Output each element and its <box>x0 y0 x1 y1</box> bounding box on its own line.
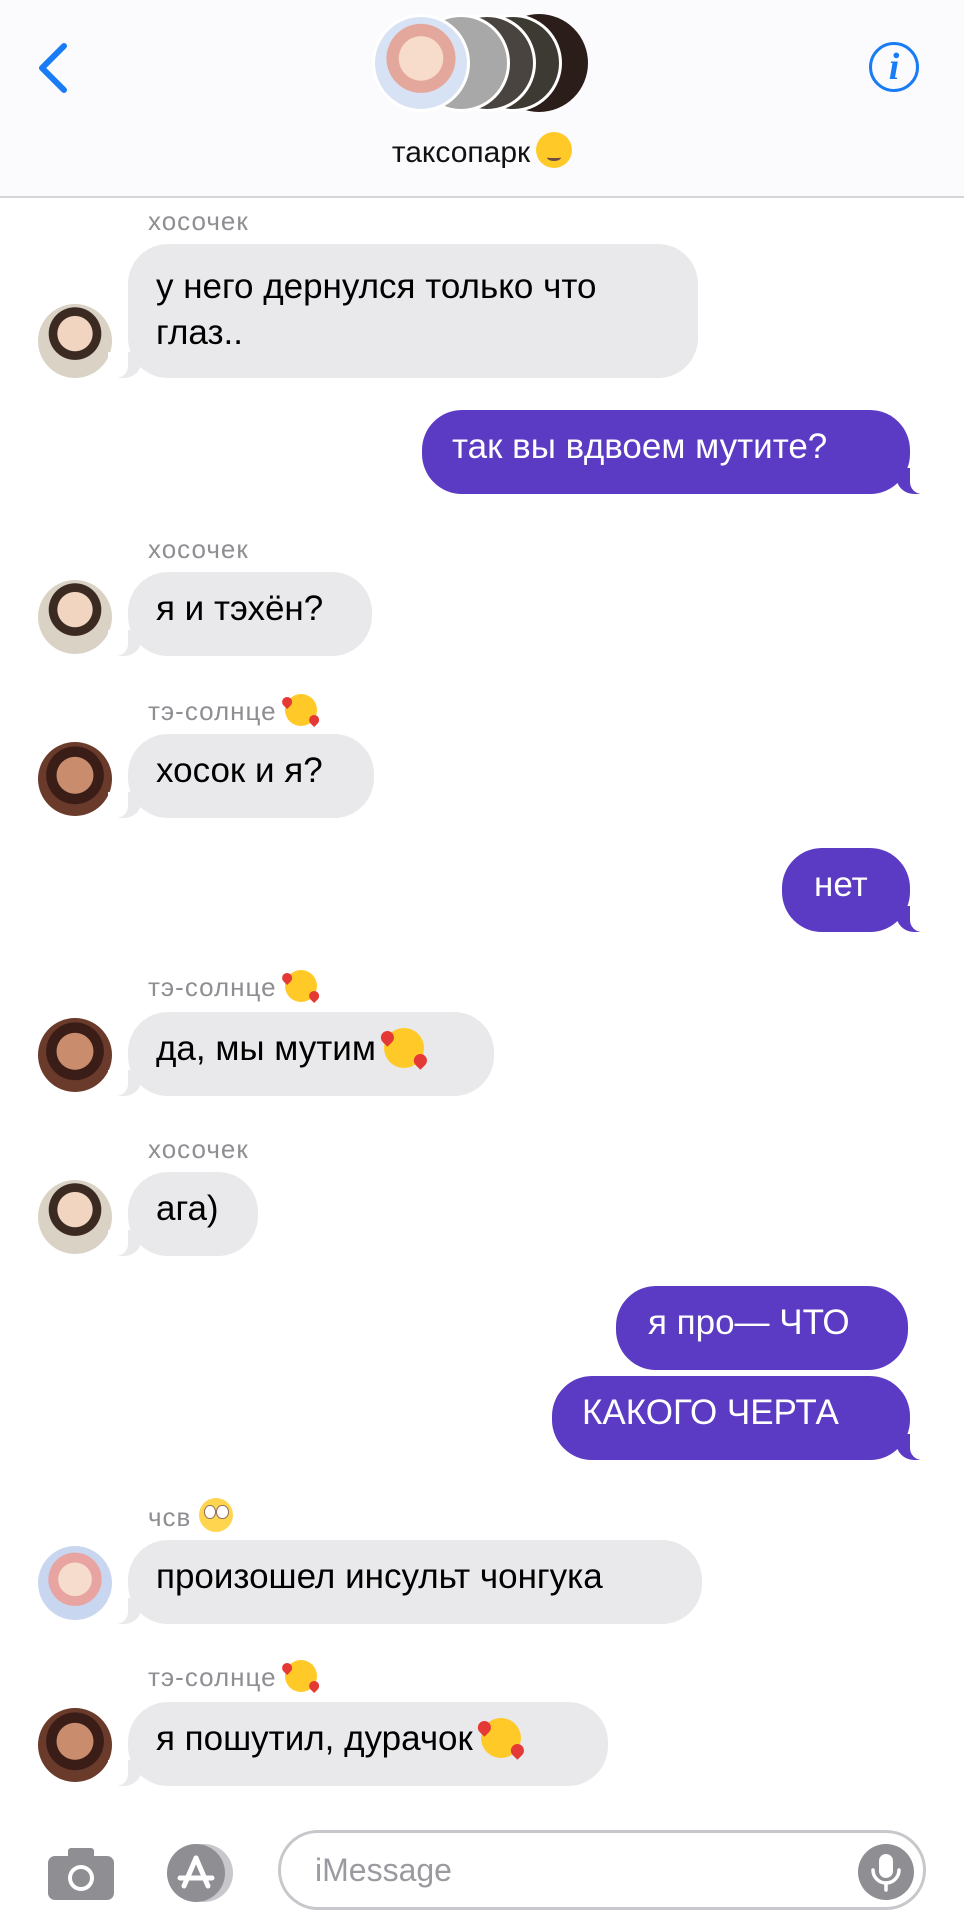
smiling-face-with-hearts-icon <box>284 1660 317 1692</box>
app-store-icon <box>167 1844 233 1902</box>
incoming-message[interactable]: я и тэхён? <box>108 572 372 656</box>
woozy-face-icon <box>536 132 573 168</box>
contact-avatar[interactable] <box>38 580 112 654</box>
group-name: таксопарк <box>391 136 531 169</box>
contact-avatar[interactable] <box>38 1018 112 1092</box>
info-button[interactable]: i <box>869 42 919 92</box>
contact-avatar[interactable] <box>38 304 112 378</box>
incoming-message[interactable]: да, мы мутим <box>108 1012 494 1096</box>
outgoing-message[interactable]: КАКОГО ЧЕРТА <box>552 1376 930 1460</box>
info-icon: i <box>888 46 900 88</box>
incoming-message[interactable]: у него дернулся только что глаз.. <box>108 244 698 378</box>
group-avatar-stack[interactable] <box>372 14 602 112</box>
microphone-button[interactable] <box>858 1844 914 1900</box>
incoming-message[interactable]: ага) <box>108 1172 258 1256</box>
chevron-left-icon <box>39 43 67 93</box>
back-button[interactable] <box>30 38 80 98</box>
conversation-header: таксопарк i <box>0 0 964 198</box>
sender-name: хосочек <box>148 206 249 236</box>
sender-name: хосочек <box>148 534 249 564</box>
sender-name: тэ-солнце <box>148 970 317 1003</box>
incoming-message[interactable]: хосок и я? <box>108 734 374 818</box>
incoming-message[interactable]: произошел инсульт чонгука <box>108 1540 702 1624</box>
contact-avatar[interactable] <box>38 1546 112 1620</box>
smiling-face-with-hearts-icon <box>284 694 317 726</box>
smiling-face-with-hearts-icon <box>480 1718 521 1758</box>
outgoing-message[interactable]: так вы вдвоем мутите? <box>422 410 930 494</box>
smiling-face-with-hearts-icon <box>284 970 317 1002</box>
outgoing-message[interactable]: я про— ЧТО <box>616 1286 908 1370</box>
sender-name: тэ-солнце <box>148 1660 317 1693</box>
sender-name: тэ-солнце <box>148 694 317 727</box>
camera-icon <box>48 1848 114 1900</box>
camera-button[interactable] <box>46 1844 116 1902</box>
smiling-face-with-hearts-icon <box>383 1028 424 1068</box>
sender-name: чсв <box>148 1498 234 1533</box>
compose-bar <box>0 1816 964 1920</box>
incoming-message[interactable]: я пошутил, дурачок <box>108 1702 608 1786</box>
message-input[interactable] <box>278 1830 926 1910</box>
microphone-icon <box>871 1854 901 1892</box>
sender-name: хосочек <box>148 1134 249 1164</box>
contact-avatar[interactable] <box>38 742 112 816</box>
group-member-avatar <box>372 14 470 112</box>
outgoing-message[interactable]: нет <box>782 848 930 932</box>
contact-avatar[interactable] <box>38 1708 112 1782</box>
app-store-button[interactable] <box>160 1842 242 1904</box>
contact-avatar[interactable] <box>38 1180 112 1254</box>
face-with-rolling-eyes-icon <box>199 1498 234 1532</box>
group-title[interactable]: таксопарк <box>0 132 964 170</box>
